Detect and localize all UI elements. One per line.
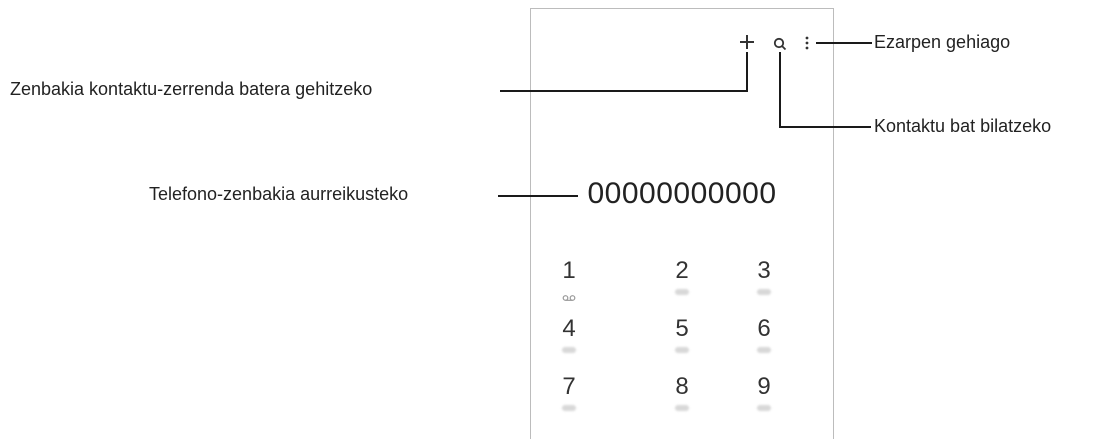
keypad-key-2[interactable]: 2 xyxy=(652,257,712,309)
key-digit: 9 xyxy=(757,373,771,400)
key-digit: 2 xyxy=(675,257,689,284)
key-digit: 6 xyxy=(757,315,771,342)
callout-line-add-contact-vertical xyxy=(746,52,748,92)
more-options-icon[interactable] xyxy=(805,35,809,51)
callout-line-search-vertical xyxy=(779,52,781,128)
keypad-key-9[interactable]: 9 xyxy=(734,373,794,425)
callout-line-preview-number xyxy=(498,195,578,197)
key-digit: 8 xyxy=(675,373,689,400)
callout-search-contact: Kontaktu bat bilatzeko xyxy=(874,116,1052,136)
callout-add-contact: Zenbakia kontaktu-zerrenda batera gehitz… xyxy=(10,79,373,99)
keypad-key-5[interactable]: 5 xyxy=(652,315,712,367)
phone-screen: 00000000000 1 2 3 4 5 6 7 8 9 xyxy=(530,8,834,439)
key-digit: 7 xyxy=(562,373,576,400)
key-digit: 5 xyxy=(675,315,689,342)
key-letters xyxy=(562,347,576,353)
key-digit: 1 xyxy=(562,257,576,284)
key-digit: 4 xyxy=(562,315,576,342)
keypad-key-8[interactable]: 8 xyxy=(652,373,712,425)
callout-more-options: Ezarpen gehiago xyxy=(874,32,1011,52)
keypad-key-4[interactable]: 4 xyxy=(539,315,599,367)
keypad-key-7[interactable]: 7 xyxy=(539,373,599,425)
phone-number-display: 00000000000 xyxy=(587,177,777,210)
key-letters xyxy=(757,405,771,411)
keypad-key-3[interactable]: 3 xyxy=(734,257,794,309)
callout-line-search-horizontal xyxy=(779,126,871,128)
keypad-key-1[interactable]: 1 xyxy=(539,257,599,309)
key-letters xyxy=(675,405,689,411)
key-letters xyxy=(675,289,689,295)
search-icon[interactable] xyxy=(773,37,787,51)
keypad-key-6[interactable]: 6 xyxy=(734,315,794,367)
key-letters xyxy=(757,289,771,295)
voicemail-icon xyxy=(562,289,576,301)
callout-line-add-contact-horizontal xyxy=(500,90,748,92)
key-letters xyxy=(757,347,771,353)
callout-line-more-options xyxy=(816,42,872,44)
callout-preview-number: Telefono-zenbakia aurreikusteko xyxy=(149,184,409,204)
key-letters xyxy=(562,405,576,411)
key-letters xyxy=(675,347,689,353)
add-contact-icon[interactable] xyxy=(739,34,755,50)
key-digit: 3 xyxy=(757,257,771,284)
